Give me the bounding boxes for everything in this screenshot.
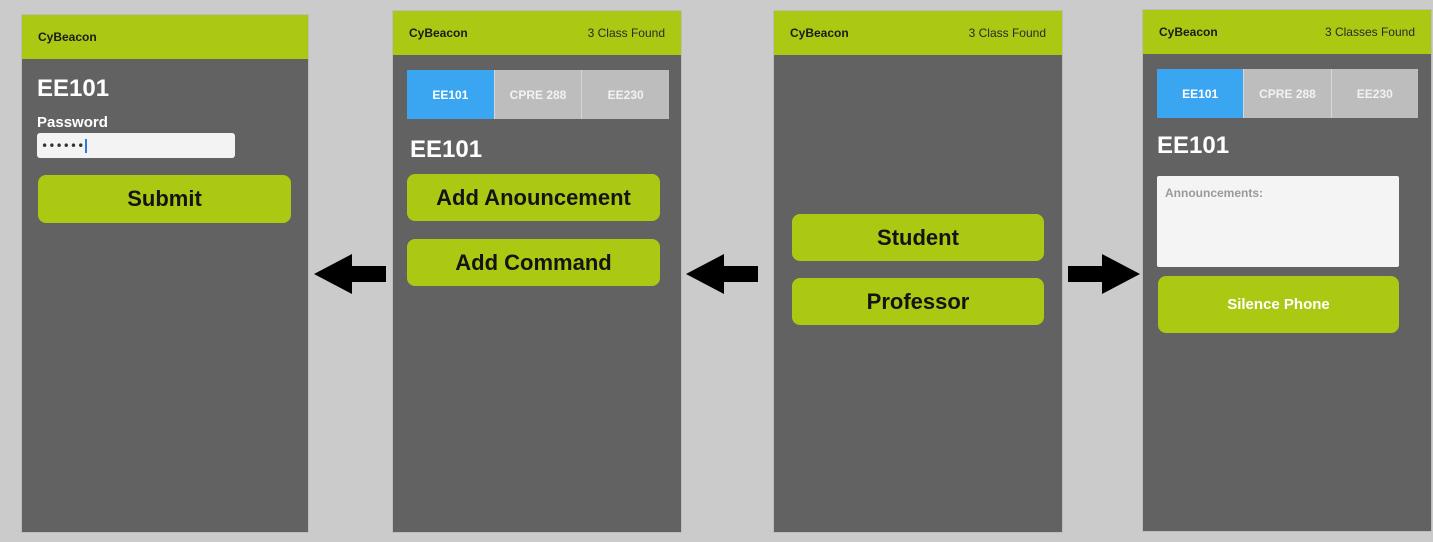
tab-cpre288[interactable]: CPRE 288: [494, 70, 583, 119]
screen-professor-options: CyBeacon 3 Class Found EE101 CPRE 288 EE…: [393, 11, 681, 532]
announcements-label: Announcements:: [1165, 186, 1264, 200]
arrow-left-icon: [686, 254, 758, 294]
add-announcement-button[interactable]: Add Anouncement: [407, 174, 660, 221]
tab-ee101[interactable]: EE101: [1157, 69, 1245, 118]
screen-password: CyBeacon EE101 Password •••••• Submit: [22, 15, 308, 532]
screen-student-view: CyBeacon 3 Classes Found EE101 CPRE 288 …: [1143, 10, 1431, 531]
add-command-button[interactable]: Add Command: [407, 239, 660, 286]
professor-button[interactable]: Professor: [792, 278, 1044, 325]
app-bar: CyBeacon 3 Class Found: [774, 11, 1062, 55]
course-title: EE101: [37, 75, 110, 102]
tab-ee230[interactable]: EE230: [1331, 69, 1418, 118]
app-brand: CyBeacon: [409, 26, 468, 40]
text-caret: [85, 138, 88, 153]
app-brand: CyBeacon: [38, 30, 97, 44]
flow-canvas: CyBeacon EE101 Password •••••• Submit Cy…: [0, 0, 1433, 542]
tab-ee230[interactable]: EE230: [582, 70, 670, 119]
app-bar: CyBeacon: [22, 15, 308, 59]
arrow-right-icon: [1068, 254, 1140, 294]
arrow-left-icon: [314, 254, 386, 294]
app-bar: CyBeacon 3 Classes Found: [1143, 10, 1431, 54]
password-value: ••••••: [41, 138, 85, 153]
class-tabs: EE101 CPRE 288 EE230: [1157, 69, 1418, 118]
classes-found: 3 Class Found: [587, 26, 665, 40]
tab-ee101[interactable]: EE101: [407, 70, 495, 119]
silence-phone-button[interactable]: Silence Phone: [1158, 276, 1399, 333]
classes-found: 3 Class Found: [968, 26, 1046, 40]
app-brand: CyBeacon: [1159, 25, 1218, 39]
screen-role-select: CyBeacon 3 Class Found Student Professor: [774, 11, 1062, 532]
tab-cpre288[interactable]: CPRE 288: [1244, 69, 1332, 118]
course-title: EE101: [410, 136, 483, 163]
submit-button[interactable]: Submit: [38, 175, 291, 223]
app-bar: CyBeacon 3 Class Found: [393, 11, 681, 55]
password-field[interactable]: ••••••: [37, 133, 235, 158]
app-brand: CyBeacon: [790, 26, 849, 40]
class-tabs: EE101 CPRE 288 EE230: [407, 70, 670, 119]
announcements-box: Announcements:: [1157, 176, 1399, 267]
classes-found: 3 Classes Found: [1324, 25, 1415, 39]
password-label: Password: [37, 114, 108, 131]
student-button[interactable]: Student: [792, 214, 1044, 261]
course-title: EE101: [1157, 132, 1230, 159]
